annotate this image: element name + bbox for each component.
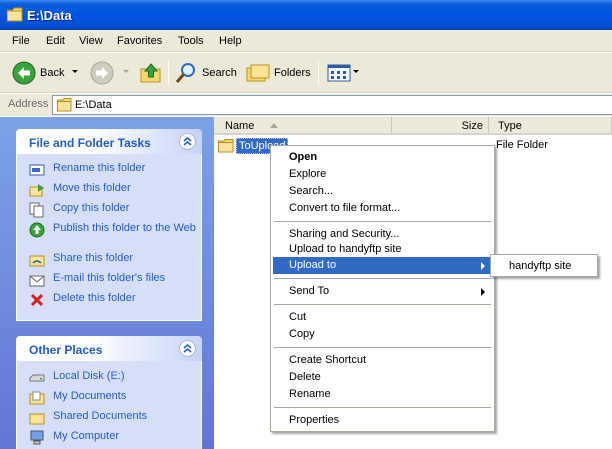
address-input[interactable]: E:\Data [52, 95, 612, 115]
address-label: Address [8, 98, 49, 110]
context-menu: Open Explore Search... Convert to file f… [270, 145, 495, 432]
email-icon [29, 275, 45, 287]
menu-item-rename[interactable]: Rename [273, 386, 492, 403]
menu-help[interactable]: Help [219, 35, 242, 47]
menu-view[interactable]: View [79, 35, 103, 47]
menu-item-upload-to[interactable]: Upload to [273, 257, 492, 274]
folder-icon [218, 139, 234, 153]
collapse-icon[interactable] [179, 340, 196, 357]
submenu-arrow-icon [481, 262, 485, 270]
back-arrow-icon [12, 61, 36, 85]
task-rename-folder[interactable]: Rename this folder [29, 162, 203, 178]
collapse-icon[interactable] [179, 133, 196, 150]
views-dropdown-icon[interactable] [353, 70, 359, 73]
column-header-size[interactable]: Size [392, 117, 489, 135]
forward-button[interactable] [90, 59, 114, 87]
column-header-type[interactable]: Type [489, 117, 612, 135]
folder-icon [29, 413, 45, 425]
rename-icon [29, 164, 45, 176]
menu-edit[interactable]: Edit [46, 35, 65, 47]
place-local-disk[interactable]: Local Disk (E:) [29, 370, 203, 386]
menu-item-cut[interactable]: Cut [273, 309, 492, 326]
menu-item-upload-handyftp[interactable]: Upload to handyftp site [273, 241, 492, 258]
column-header-name[interactable]: Name [214, 117, 392, 135]
menu-bar: File Edit View Favorites Tools Help [0, 30, 612, 52]
menu-item-explore[interactable]: Explore [273, 166, 492, 183]
back-label: Back [40, 67, 65, 79]
task-move-folder[interactable]: Move this folder [29, 182, 203, 198]
file-folder-tasks-title: File and Folder Tasks [29, 136, 151, 150]
publish-web-icon [29, 222, 45, 238]
submenu-arrow-icon [481, 288, 485, 296]
title-bar[interactable]: E:\Data [0, 0, 612, 30]
back-dropdown-icon[interactable] [72, 70, 78, 73]
place-my-documents[interactable]: My Documents [29, 390, 203, 406]
menu-item-properties[interactable]: Properties [273, 412, 492, 429]
other-places-title: Other Places [29, 343, 103, 357]
search-button[interactable]: Search [174, 59, 237, 87]
folder-icon [7, 7, 23, 22]
search-label: Search [202, 67, 237, 79]
toolbar: Back Search Folders [0, 53, 612, 93]
computer-icon [30, 430, 44, 445]
menu-item-convert[interactable]: Convert to file format... [273, 200, 492, 217]
folder-icon [57, 98, 72, 112]
up-folder-icon [140, 63, 161, 83]
menu-favorites[interactable]: Favorites [117, 35, 162, 47]
views-icon [327, 64, 351, 82]
menu-item-open[interactable]: Open [273, 149, 492, 166]
forward-dropdown-icon[interactable] [123, 70, 129, 73]
views-button[interactable] [327, 59, 351, 87]
place-shared-documents[interactable]: Shared Documents [29, 410, 203, 426]
menu-item-create-shortcut[interactable]: Create Shortcut [273, 352, 492, 369]
place-my-computer[interactable]: My Computer [29, 430, 203, 446]
address-value: E:\Data [75, 99, 112, 111]
task-delete-folder[interactable]: Delete this folder [29, 292, 203, 308]
copy-icon [29, 202, 44, 218]
up-folder-button[interactable] [140, 59, 162, 87]
search-icon [175, 63, 195, 83]
submenu-item-handyftp[interactable]: handyftp site [509, 260, 571, 272]
window-title: E:\Data [27, 8, 72, 23]
menu-item-copy[interactable]: Copy [273, 326, 492, 343]
folder-icon [29, 391, 45, 405]
menu-item-send-to[interactable]: Send To [273, 283, 492, 300]
menu-item-delete[interactable]: Delete [273, 369, 492, 386]
other-places-panel: Local Disk (E:) My Documents Shared Docu… [16, 361, 202, 449]
task-copy-folder[interactable]: Copy this folder [29, 202, 203, 218]
forward-arrow-icon [90, 61, 114, 85]
folders-label: Folders [274, 67, 311, 79]
menu-file[interactable]: File [12, 35, 30, 47]
other-places-header[interactable]: Other Places [16, 336, 202, 361]
task-publish-web[interactable]: Publish this folder to the Web [29, 222, 203, 238]
move-icon [29, 184, 44, 197]
menu-tools[interactable]: Tools [178, 35, 204, 47]
disk-icon [29, 374, 45, 382]
menu-item-search[interactable]: Search... [273, 183, 492, 200]
share-icon [29, 255, 45, 267]
file-folder-tasks-panel: Rename this folder Move this folder Copy… [16, 154, 202, 321]
upload-to-submenu: handyftp site [490, 254, 598, 277]
task-pane: File and Folder Tasks Rename this folder… [0, 117, 214, 449]
file-folder-tasks-header[interactable]: File and Folder Tasks [16, 129, 202, 154]
task-share-folder[interactable]: Share this folder [29, 252, 203, 268]
sort-ascending-icon [270, 123, 279, 128]
back-button[interactable]: Back [12, 59, 64, 87]
folders-button[interactable]: Folders [246, 59, 311, 87]
file-type: File Folder [496, 139, 548, 151]
folders-icon [246, 64, 270, 82]
address-bar: Address E:\Data [0, 94, 612, 116]
delete-icon [30, 293, 44, 307]
task-email-files[interactable]: E-mail this folder's files [29, 272, 203, 288]
